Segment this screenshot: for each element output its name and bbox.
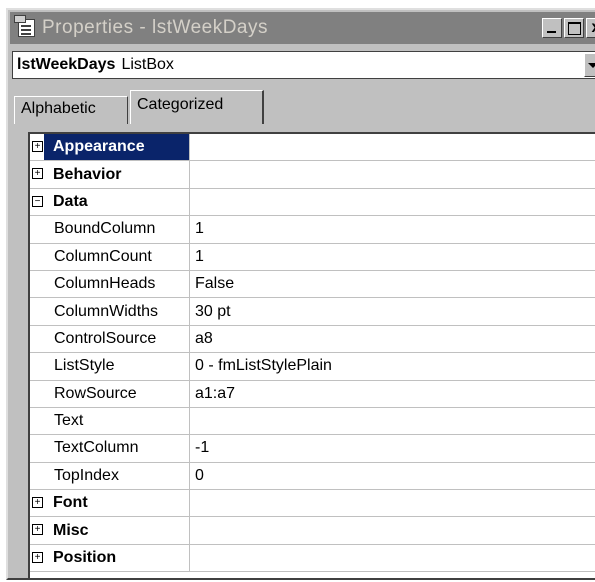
property-value[interactable]: False (190, 271, 595, 297)
property-name[interactable]: ColumnCount (30, 243, 190, 270)
property-name[interactable]: ColumnWidths (30, 298, 190, 325)
property-grid: + Appearance + Behavior − Data BoundColumn 1 Col… (28, 132, 595, 578)
property-name[interactable]: ColumnHeads (30, 270, 190, 298)
category-name[interactable]: Appearance (44, 134, 190, 161)
property-name[interactable]: RowSource (30, 380, 190, 407)
category-name[interactable]: Misc (44, 517, 190, 544)
category-name[interactable]: Behavior (44, 161, 190, 188)
property-row[interactable]: ColumnHeads False (30, 270, 595, 299)
object-type: ListBox (121, 56, 174, 73)
property-name[interactable]: BoundColumn (30, 216, 190, 243)
chevron-down-icon[interactable] (584, 53, 595, 77)
maximize-button[interactable] (564, 18, 584, 38)
category-value (190, 134, 595, 160)
property-row[interactable]: Text (30, 407, 595, 436)
category-row[interactable]: − Data (30, 188, 595, 217)
property-row[interactable]: ControlSource a8 (30, 325, 595, 354)
property-value[interactable] (190, 408, 595, 434)
object-name: lstWeekDays (17, 56, 116, 73)
category-row[interactable]: + Behavior (30, 161, 595, 189)
properties-window-icon (14, 15, 38, 39)
window-title: Properties - lstWeekDays (42, 17, 268, 38)
property-name[interactable]: ControlSource (30, 325, 190, 353)
expand-icon[interactable]: + (32, 168, 43, 180)
property-name[interactable]: ListStyle (30, 353, 190, 380)
tab-categorized[interactable]: Categorized (130, 90, 264, 124)
object-selector-dropdown[interactable]: lstWeekDays ListBox (12, 51, 595, 79)
expand-icon[interactable]: + (32, 524, 43, 536)
property-value[interactable]: 1 (190, 244, 595, 270)
category-row[interactable]: + Font (30, 490, 595, 518)
properties-window: Properties - lstWeekDays x lstWeekDays L… (6, 8, 595, 580)
property-value[interactable]: a8 (190, 326, 595, 352)
property-value[interactable]: -1 (190, 435, 595, 461)
category-row[interactable]: + Position (30, 544, 595, 573)
property-row[interactable]: ColumnWidths 30 pt (30, 298, 595, 326)
category-value (190, 161, 595, 187)
category-row[interactable]: + Appearance (30, 134, 595, 162)
property-row[interactable]: BoundColumn 1 (30, 216, 595, 244)
category-name[interactable]: Font (44, 490, 190, 517)
minimize-button[interactable] (542, 18, 562, 38)
property-row[interactable]: ListStyle 0 - fmListStylePlain (30, 353, 595, 381)
property-value[interactable]: 1 (190, 216, 595, 242)
property-value[interactable]: 0 - fmListStylePlain (190, 353, 595, 379)
title-bar[interactable]: Properties - lstWeekDays x (10, 12, 595, 44)
tab-alphabetic[interactable]: Alphabetic (14, 96, 128, 124)
property-row[interactable]: TopIndex 0 (30, 462, 595, 491)
expand-icon[interactable]: + (32, 141, 43, 152)
property-name[interactable]: Text (30, 407, 190, 435)
close-button[interactable]: x (586, 18, 595, 38)
property-name[interactable]: TextColumn (30, 435, 190, 462)
category-name[interactable]: Data (44, 188, 190, 216)
category-value (190, 517, 595, 543)
collapse-icon[interactable]: − (32, 195, 43, 207)
expand-icon[interactable]: + (32, 497, 43, 509)
expand-icon[interactable]: + (32, 551, 43, 563)
property-row[interactable]: ColumnCount 1 (30, 243, 595, 271)
property-name[interactable]: TopIndex (30, 462, 190, 490)
category-name[interactable]: Position (44, 544, 190, 572)
property-value[interactable]: 30 pt (190, 298, 595, 324)
property-value[interactable]: 0 (190, 463, 595, 489)
category-value (190, 545, 595, 571)
category-value (190, 490, 595, 516)
property-row[interactable]: RowSource a1:a7 (30, 380, 595, 408)
property-value[interactable]: a1:a7 (190, 381, 595, 407)
category-value (190, 189, 595, 215)
category-row[interactable]: + Misc (30, 517, 595, 545)
property-row[interactable]: TextColumn -1 (30, 435, 595, 463)
